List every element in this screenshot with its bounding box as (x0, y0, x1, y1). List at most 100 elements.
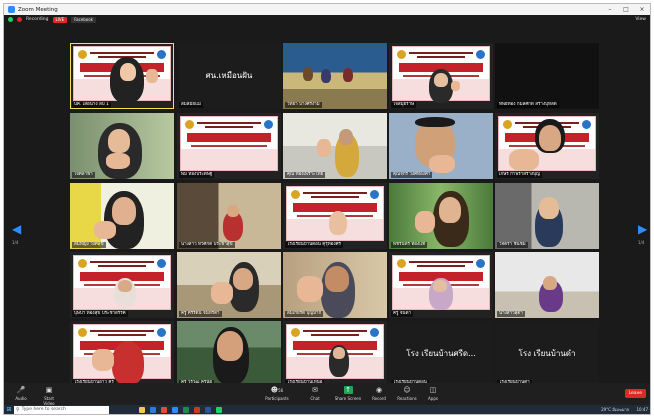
taskbar-search[interactable]: ⚲ Type here to search (14, 405, 109, 414)
participant-name: สมเกียรติ บุญมาก (285, 311, 324, 317)
window-title: Zoom Meeting (18, 6, 58, 13)
windows-taskbar: ⊞ ⚲ Type here to search 29°C มีเมฆมาก 10… (4, 405, 650, 414)
video-tile[interactable]: เกษร กำพร้าสร้างบุญ (495, 113, 599, 179)
page-indicator-right: 1/4 (638, 240, 645, 245)
participant-name: นางสาวสุดา (497, 311, 525, 317)
microphone-icon: 🎤 (16, 386, 26, 394)
video-tile[interactable]: โรงเรียนบ้านดอน คุรุทองศรี (283, 183, 387, 249)
apps-icon: ◫ (429, 386, 437, 394)
close-button[interactable]: × (634, 6, 650, 13)
smiley-icon: ☺ (403, 386, 411, 394)
video-tile[interactable]: ใจสมุยราษ (389, 43, 493, 109)
participants-icon: ☻56 (270, 386, 284, 394)
excel-icon[interactable] (183, 406, 189, 413)
participant-name: วิจิตรา ชื่นชม (497, 242, 528, 248)
live-badge: LIVE (52, 16, 68, 23)
meeting-controls-bar: 🎤 Audio ▣ Start Video ☻56 Participants ✉… (4, 383, 650, 406)
zoom-taskbar-icon[interactable] (172, 406, 178, 413)
meeting-status-bar: Recording LIVE Facebook View (4, 15, 650, 24)
record-icon: ◉ (375, 386, 383, 394)
reactions-label: Reactions (397, 396, 417, 401)
clock: 10:47 (636, 407, 648, 412)
window-titlebar: Zoom Meeting – □ × (4, 4, 650, 15)
video-tile[interactable]: นางสาวสุดา (495, 252, 599, 318)
leave-button[interactable]: Leave (624, 389, 646, 398)
participant-name: ครู จินดา (391, 311, 414, 317)
participant-display-name: โรง เรียนบ้านดำ (518, 349, 576, 358)
video-tile[interactable]: ศน.เหมือนฝัน สมสมัยแม (177, 43, 281, 109)
participant-name: คุณจักร วงศ์ทองคำ (391, 172, 433, 178)
video-tile[interactable]: ครู จินดา (389, 252, 493, 318)
participant-name: ใจสมุยราษ (391, 102, 417, 108)
audio-label: Audio (15, 396, 27, 401)
edge-icon[interactable] (150, 406, 156, 413)
participant-name: สมหญิง วงศ์สุข (72, 242, 106, 248)
video-tile[interactable]: โรงเรียนบ้านเหนือ (283, 321, 387, 387)
video-tile[interactable]: บุษบา ทองสุข ประชาสรรค์ (70, 252, 174, 318)
stream-indicator[interactable]: Facebook (71, 16, 96, 23)
system-tray[interactable]: 29°C มีเมฆมาก 10:47 (601, 406, 650, 413)
video-tile[interactable]: บค. เสือนาง ลบ 1 (70, 43, 174, 109)
participant-name: โรงเรียนบ้านดอน คุรุทองศรี (285, 242, 343, 248)
audio-button[interactable]: 🎤 Audio (10, 386, 32, 401)
prev-page-icon[interactable]: ◀ (12, 222, 21, 236)
presentation-slide (180, 116, 278, 171)
video-tile[interactable]: คุณจักร วงศ์ทองคำ (389, 113, 493, 179)
recording-label[interactable]: Recording (26, 17, 49, 22)
video-tile[interactable]: พิม ทองประดิษฐ์ (177, 113, 281, 179)
file-explorer-icon[interactable] (139, 406, 145, 413)
participant-name: ครู ศิริรัตน์ จันทร์ตา (179, 311, 222, 317)
video-tile[interactable]: วิทยา บางศรีงาม (283, 43, 387, 109)
powerpoint-icon[interactable] (194, 406, 200, 413)
view-toggle-button[interactable]: View (635, 17, 646, 22)
record-button[interactable]: ◉ Record (368, 386, 390, 401)
video-tile[interactable]: โรง เรียนบ้านศรีด... โรงเรียนบ้านดอน (389, 321, 493, 387)
video-tile[interactable]: ใจศิลาฟ้า (70, 113, 174, 179)
search-placeholder: Type here to search (21, 407, 66, 412)
page-indicator-left: 1/4 (12, 240, 19, 245)
windows-start-icon[interactable]: ⊞ (4, 406, 14, 413)
participant-name: เกษร กำพร้าสร้างบุญ (497, 172, 542, 178)
participant-name: พิม ทองประดิษฐ์ (179, 172, 215, 178)
video-tile[interactable]: คุณ ทองเพราะไทย (283, 113, 387, 179)
video-camera-icon: ▣ (45, 386, 53, 394)
chat-label: Chat (310, 396, 320, 401)
maximize-button[interactable]: □ (618, 6, 634, 13)
participant-display-name: โรง เรียนบ้านศรีด... (406, 349, 476, 358)
participant-name: บุษบา ทองสุข ประชาสรรค์ (72, 311, 128, 317)
video-tile[interactable]: โรงเรียนบ้านอ่าว ครู (70, 321, 174, 387)
video-tile[interactable]: พัชรินทร์ ทองแท้ (389, 183, 493, 249)
chat-button[interactable]: ✉ Chat (304, 386, 326, 401)
participant-name: วิทยา บางศรีงาม (285, 102, 322, 108)
participant-name: คุณ ทองเพราะไทย (285, 172, 326, 178)
video-tile[interactable]: สมเกียรติ บุญมาก (283, 252, 387, 318)
chrome-icon[interactable] (161, 406, 167, 413)
video-tile[interactable]: โรง เรียนบ้านดำ โรงเรียนบ้านดำ (495, 321, 599, 387)
apps-button[interactable]: ◫ Apps (422, 386, 444, 401)
video-tile[interactable]: ทิพย์ทอง กมลศักดิ์ สร้างบุหลัด (495, 43, 599, 109)
participants-label: Participants (265, 396, 289, 401)
video-tile[interactable]: นางสาว ทวีศักดิ์ ประชาสุข (177, 183, 281, 249)
participants-button[interactable]: ☻56 Participants (262, 386, 292, 401)
word-icon[interactable] (205, 406, 211, 413)
video-tile[interactable]: วิจิตรา ชื่นชม (495, 183, 599, 249)
zoom-app-icon (8, 6, 15, 13)
start-video-button[interactable]: ▣ Start Video (38, 386, 60, 406)
minimize-button[interactable]: – (602, 6, 618, 13)
shield-icon[interactable] (8, 17, 13, 22)
video-tile[interactable]: ครู วรวุฒิ ครูนัย (177, 321, 281, 387)
next-page-icon[interactable]: ▶ (638, 222, 647, 236)
video-tile[interactable]: ครู ศิริรัตน์ จันทร์ตา (177, 252, 281, 318)
chat-bubble-icon: ✉ (312, 386, 318, 394)
gallery-view: ◀ 1/4 ▶ 1/4 บค. เสือนาง ลบ 1 ศน.เหมือนฝั… (4, 24, 650, 389)
share-screen-button[interactable]: ↑ Share Screen (334, 386, 362, 401)
line-icon[interactable] (216, 406, 222, 413)
participant-count: 56 (278, 388, 284, 393)
zoom-window: Zoom Meeting – □ × Recording LIVE Facebo… (3, 3, 651, 415)
participant-name: บค. เสือนาง ลบ 1 (72, 102, 111, 108)
weather-status: 29°C มีเมฆมาก (601, 407, 630, 412)
reactions-button[interactable]: ☺ Reactions (394, 386, 420, 401)
participant-name: พัชรินทร์ ทองแท้ (391, 242, 428, 248)
video-tile[interactable]: สมหญิง วงศ์สุข (70, 183, 174, 249)
participant-name: ทิพย์ทอง กมลศักดิ์ สร้างบุหลัด (497, 102, 559, 108)
